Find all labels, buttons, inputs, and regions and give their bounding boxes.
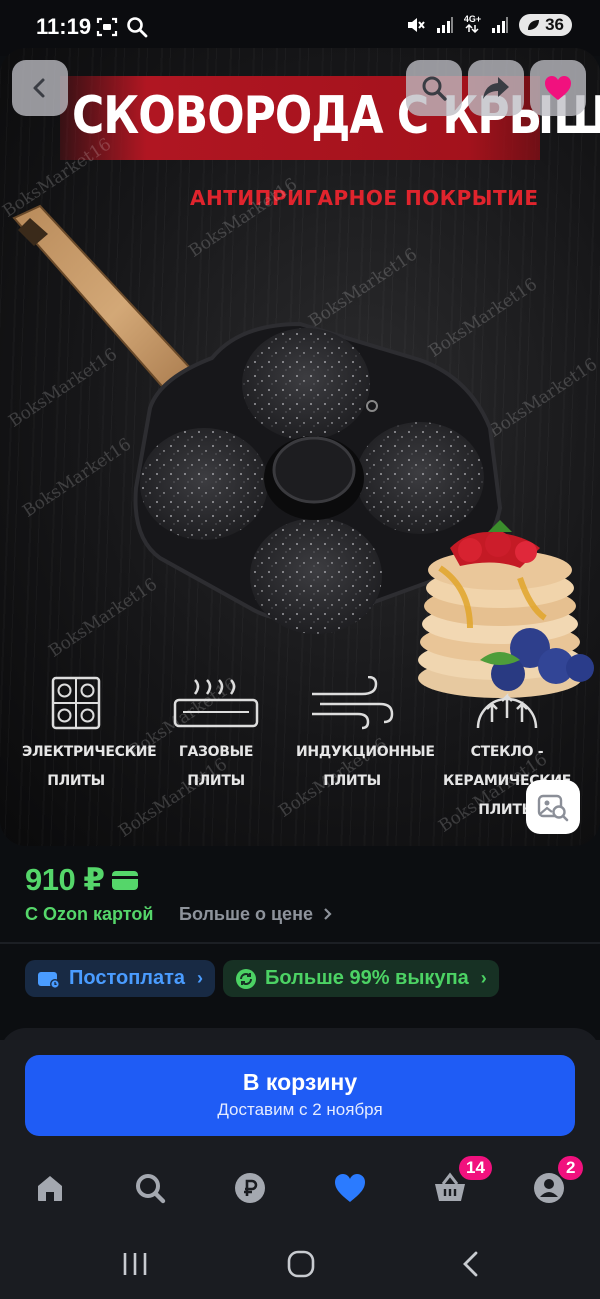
share-icon bbox=[483, 77, 509, 99]
feature-label: ЭЛЕКТРИЧЕСКИЕ bbox=[22, 744, 157, 760]
product-image[interactable]: СКОВОРОДА С КРЫШКОЙ АНТИПРИГАРНОЕ ПОКРЫТ… bbox=[0, 48, 600, 846]
battery-saver-icon bbox=[528, 20, 540, 30]
more-price-link[interactable]: Больше о цене bbox=[179, 904, 334, 925]
feature-label: ПЛИТЫ bbox=[47, 773, 105, 789]
induction-icon bbox=[312, 676, 394, 730]
battery-level: 36 bbox=[545, 15, 564, 34]
search-button[interactable] bbox=[406, 60, 462, 116]
recent-apps-icon[interactable] bbox=[122, 1250, 148, 1278]
network-type: 4G+ bbox=[464, 15, 481, 35]
chevron-right-icon: › bbox=[197, 968, 204, 988]
cart-count-badge: 14 bbox=[459, 1156, 492, 1180]
frying-pan-illustration bbox=[12, 204, 594, 698]
tab-search[interactable] bbox=[130, 1168, 170, 1208]
back-nav-icon[interactable] bbox=[460, 1250, 482, 1278]
tab-bar: 14 2 bbox=[0, 1156, 600, 1220]
data-arrows-icon bbox=[465, 23, 479, 34]
feature-label: ИНДУКЦИОННЫЕ bbox=[296, 744, 435, 760]
profile-icon bbox=[534, 1173, 564, 1203]
price-value: 910 ₽ bbox=[25, 862, 105, 897]
divider bbox=[0, 942, 600, 944]
search-icon bbox=[136, 1174, 166, 1204]
delivery-date: Доставим с 2 ноября bbox=[217, 1100, 383, 1119]
gas-stove-icon bbox=[173, 679, 259, 728]
back-button[interactable] bbox=[12, 60, 68, 116]
postpay-label: Постоплата bbox=[69, 967, 186, 989]
feature-label: ПЛИТЫ bbox=[187, 773, 245, 789]
share-button[interactable] bbox=[468, 60, 524, 116]
tab-finance[interactable] bbox=[230, 1168, 270, 1208]
ozon-card-icon bbox=[112, 870, 139, 890]
status-right: 4G+ 36 bbox=[406, 14, 572, 36]
chevron-left-icon bbox=[33, 78, 45, 98]
postpay-badge[interactable]: Постоплата › bbox=[25, 960, 216, 997]
price-section: 910 ₽ С Ozon картой Больше о цене bbox=[0, 846, 600, 942]
ruble-icon bbox=[235, 1173, 265, 1203]
price-row: 910 ₽ bbox=[25, 862, 139, 898]
heart-icon bbox=[335, 1174, 365, 1202]
search-status-icon bbox=[127, 17, 148, 38]
chevron-right-icon bbox=[324, 908, 332, 920]
profile-count-badge: 2 bbox=[558, 1156, 584, 1180]
refresh-circle-icon bbox=[236, 968, 257, 989]
search-icon bbox=[422, 76, 447, 101]
more-price-label: Больше о цене bbox=[179, 904, 313, 924]
wallet-clock-icon bbox=[38, 971, 60, 989]
status-time: 11:19 bbox=[36, 14, 92, 39]
feature-electric: ЭЛЕКТРИЧЕСКИЕ ПЛИТЫ bbox=[22, 676, 157, 796]
chevron-right-icon: › bbox=[480, 968, 487, 988]
glass-ceramic-icon bbox=[476, 692, 538, 729]
add-to-cart-button[interactable]: В корзину Доставим с 2 ноября bbox=[25, 1055, 575, 1136]
feature-label: ПЛИТЫ bbox=[323, 773, 381, 789]
feature-label: СТЕКЛО - bbox=[470, 744, 544, 760]
battery-indicator: 36 bbox=[519, 14, 572, 36]
add-to-cart-label: В корзину bbox=[242, 1069, 358, 1095]
network-type-label: 4G+ bbox=[463, 14, 482, 24]
feature-induction: ИНДУКЦИОННЫЕ ПЛИТЫ bbox=[296, 676, 435, 796]
buyout-label: Больше 99% выкупа bbox=[265, 967, 469, 989]
badges-row: Постоплата › Больше 99% выкупа › bbox=[25, 960, 499, 997]
tab-favorites[interactable] bbox=[330, 1168, 370, 1208]
screenshot-scan-icon bbox=[96, 17, 118, 37]
mute-icon bbox=[407, 18, 425, 32]
image-search-icon bbox=[537, 794, 569, 822]
feature-gas: ГАЗОВЫЕ ПЛИТЫ bbox=[172, 676, 260, 796]
buyout-badge[interactable]: Больше 99% выкупа › bbox=[223, 960, 499, 997]
system-navigation-bar bbox=[0, 1240, 600, 1299]
feature-label: ГАЗОВЫЕ bbox=[178, 744, 254, 760]
status-left-icons bbox=[96, 16, 148, 38]
bottom-panel: В корзину Доставим с 2 ноября 14 2 bbox=[0, 1040, 600, 1299]
signal-icon-2 bbox=[492, 17, 509, 33]
heart-icon bbox=[545, 76, 571, 100]
electric-stove-icon bbox=[51, 676, 101, 730]
favorite-button[interactable] bbox=[530, 60, 586, 116]
visual-search-button[interactable] bbox=[526, 780, 580, 834]
tab-home[interactable] bbox=[30, 1168, 70, 1208]
home-icon bbox=[38, 1176, 62, 1201]
price-caption: С Ozon картой bbox=[25, 904, 154, 924]
signal-icon bbox=[436, 17, 453, 33]
home-nav-icon[interactable] bbox=[287, 1250, 315, 1278]
